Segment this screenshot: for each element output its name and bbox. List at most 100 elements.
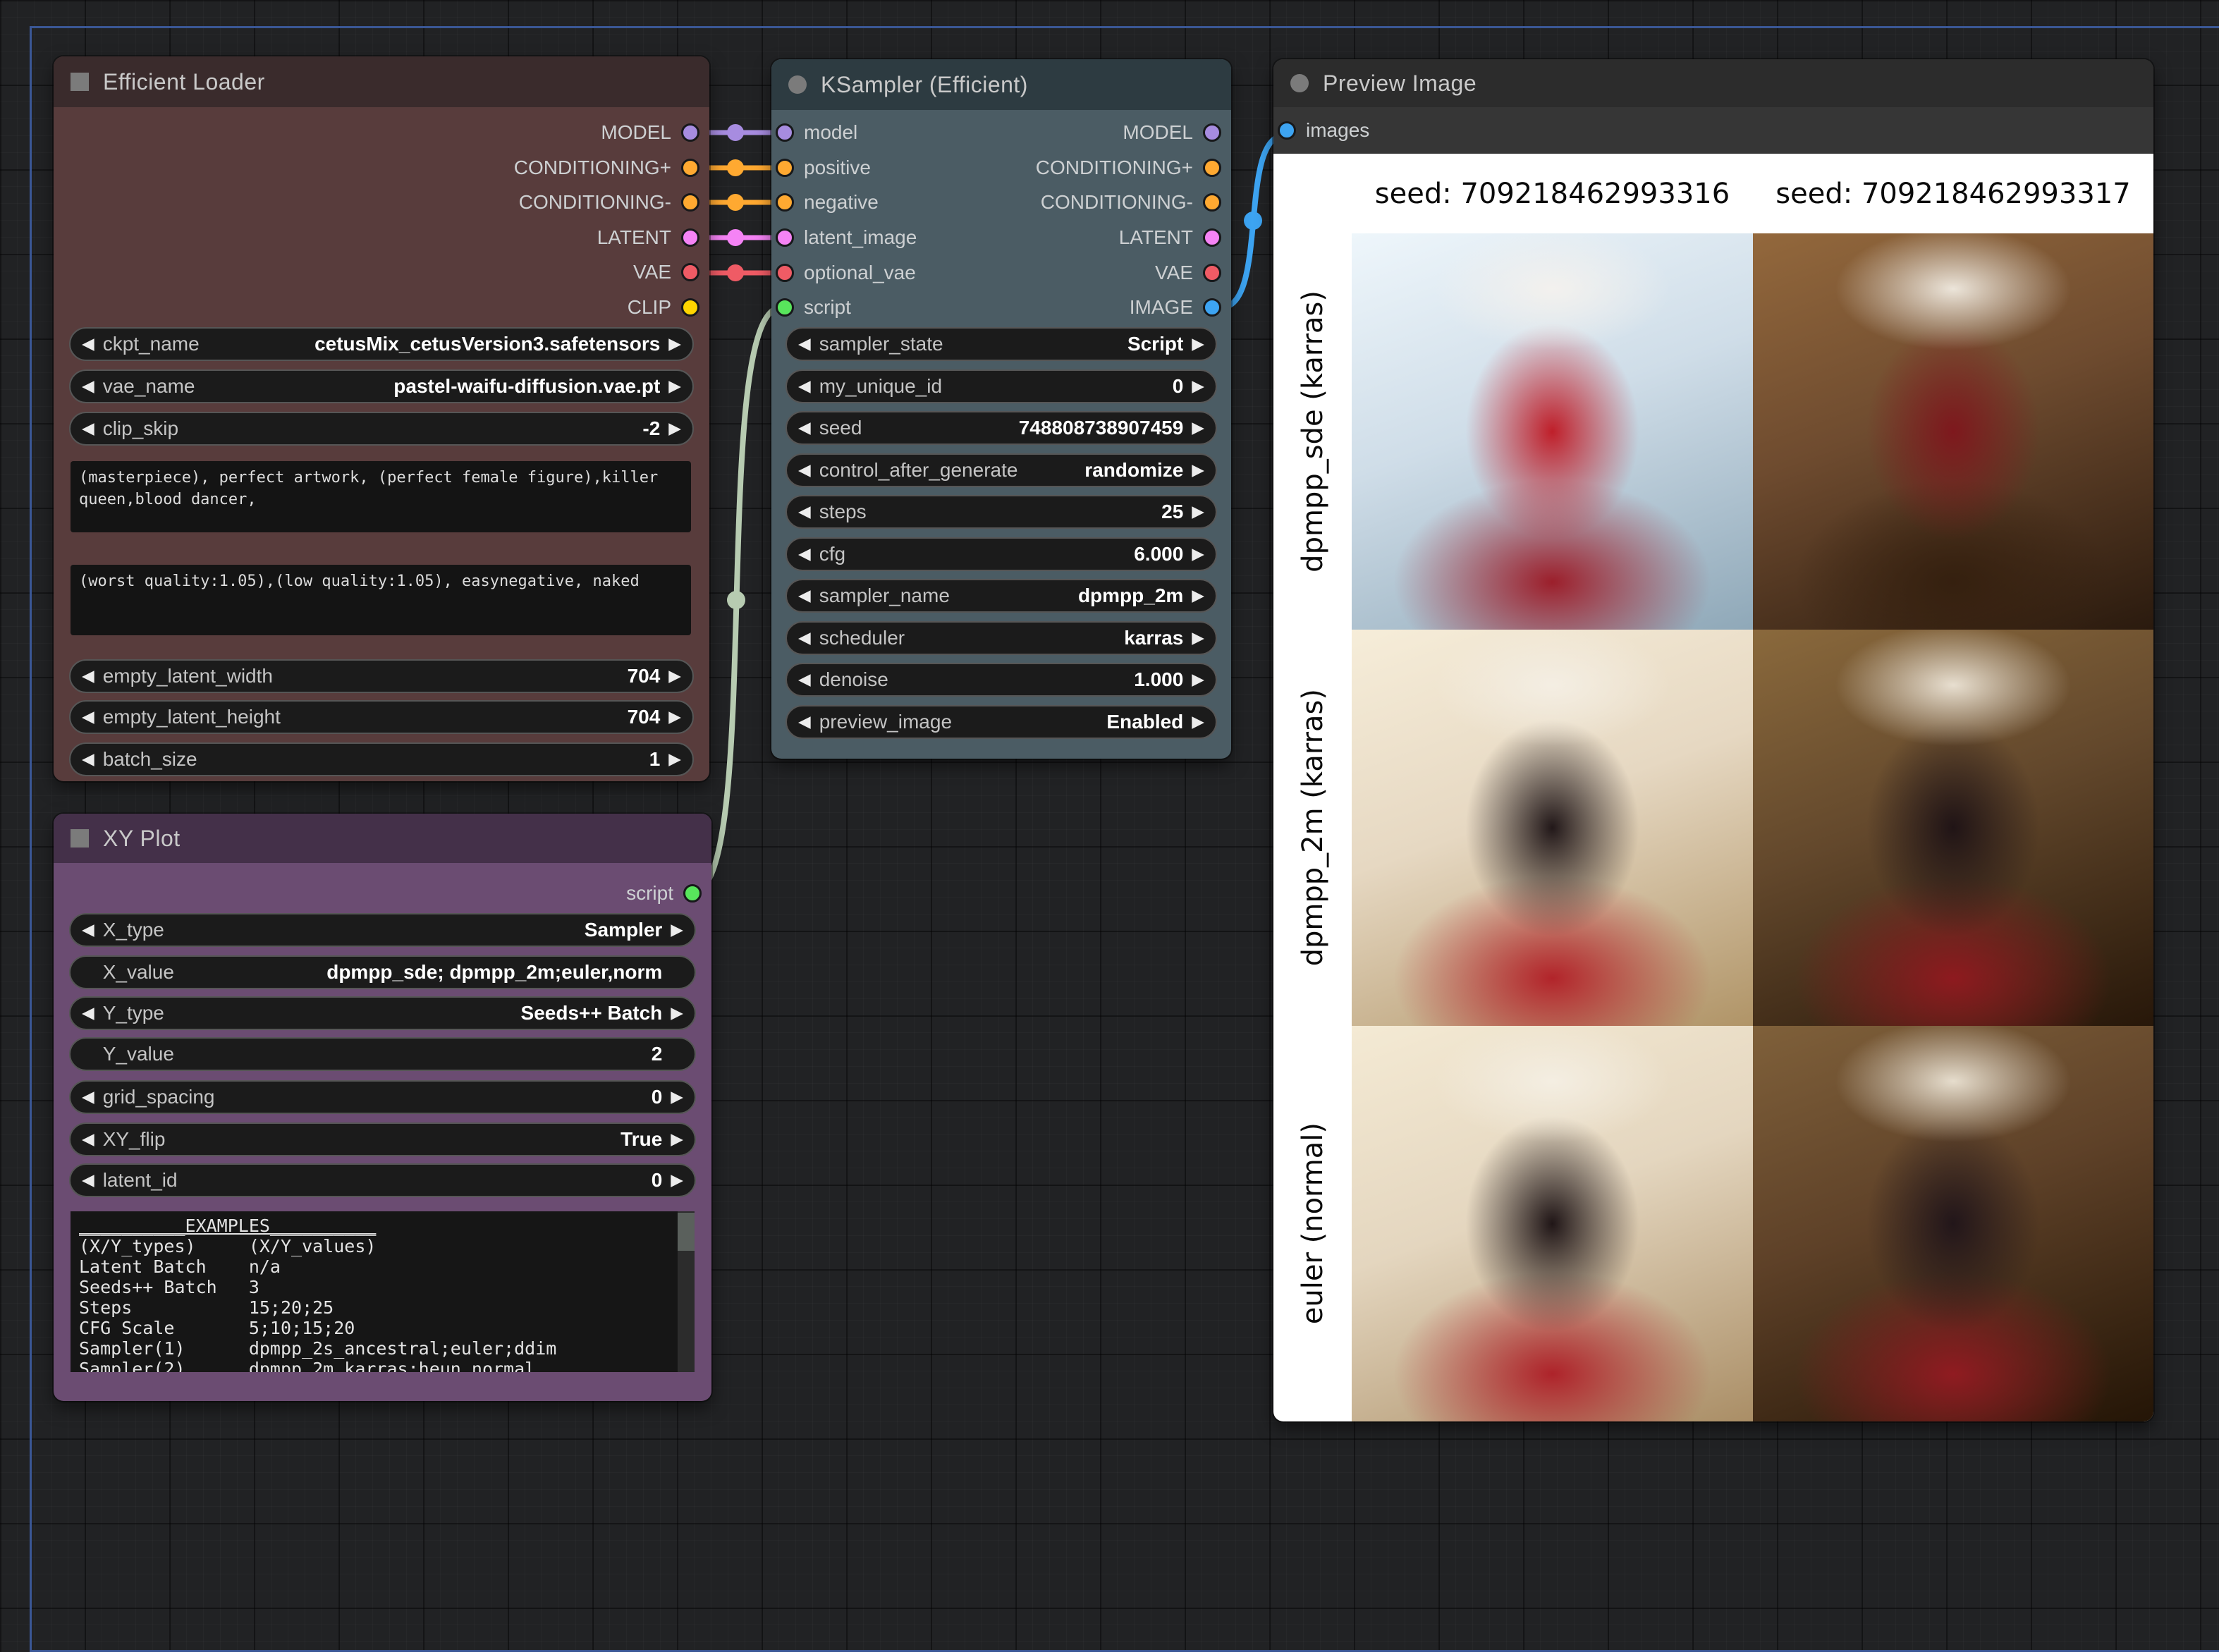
port-out-conditioning-plus[interactable]: CONDITIONING+: [514, 150, 699, 185]
increment-arrow-icon[interactable]: ▶: [668, 379, 681, 395]
decrement-arrow-icon[interactable]: ◀: [82, 336, 94, 353]
port-dot-conditioning-plus[interactable]: [1203, 159, 1221, 177]
decrement-arrow-icon[interactable]: ◀: [798, 420, 811, 436]
port-out-vae[interactable]: VAE: [1155, 255, 1221, 290]
port-dot-latent-image[interactable]: [776, 228, 794, 247]
widget-my-unique-id[interactable]: ◀ my_unique_id 0 ▶: [785, 369, 1217, 403]
increment-arrow-icon[interactable]: ▶: [671, 1089, 683, 1106]
widget-seed[interactable]: ◀ seed 748808738907459 ▶: [785, 411, 1217, 445]
increment-arrow-icon[interactable]: ▶: [1192, 463, 1204, 479]
widget-xy-flip[interactable]: ◀ XY_flip True ▶: [69, 1122, 696, 1156]
increment-arrow-icon[interactable]: ▶: [1192, 420, 1204, 436]
decrement-arrow-icon[interactable]: ◀: [82, 668, 94, 685]
increment-arrow-icon[interactable]: ▶: [668, 668, 681, 685]
port-dot-vae[interactable]: [1203, 264, 1221, 282]
widget-sampler-name[interactable]: ◀ sampler_name dpmpp_2m ▶: [785, 579, 1217, 613]
port-out-latent[interactable]: LATENT: [1119, 220, 1221, 255]
node-header[interactable]: Efficient Loader: [54, 56, 709, 107]
decrement-arrow-icon[interactable]: ◀: [82, 1173, 94, 1189]
node-efficient-loader[interactable]: Efficient Loader MODEL CONDITIONING+ CON…: [54, 56, 709, 781]
port-dot-conditioning-plus[interactable]: [681, 159, 699, 177]
increment-arrow-icon[interactable]: ▶: [671, 1132, 683, 1148]
node-header[interactable]: XY Plot: [54, 814, 711, 863]
node-xy-plot[interactable]: XY Plot script ◀ X_type Sampler ▶ ◀ X_va…: [54, 814, 711, 1401]
widget-grid-spacing[interactable]: ◀ grid_spacing 0 ▶: [69, 1080, 696, 1114]
port-dot-latent[interactable]: [681, 228, 699, 247]
increment-arrow-icon[interactable]: ▶: [668, 752, 681, 768]
port-dot-positive[interactable]: [776, 159, 794, 177]
port-dot-model[interactable]: [776, 123, 794, 142]
widget-steps[interactable]: ◀ steps 25 ▶: [785, 495, 1217, 529]
port-out-clip[interactable]: CLIP: [628, 290, 699, 325]
collapse-icon[interactable]: [71, 829, 89, 848]
increment-arrow-icon[interactable]: ▶: [668, 421, 681, 437]
port-dot-image[interactable]: [1203, 298, 1221, 317]
decrement-arrow-icon[interactable]: ◀: [82, 379, 94, 395]
port-dot-model[interactable]: [681, 123, 699, 142]
positive-prompt-textarea[interactable]: (masterpiece), perfect artwork, (perfect…: [71, 461, 691, 532]
node-ksampler-efficient[interactable]: KSampler (Efficient) model positive nega…: [771, 59, 1231, 759]
collapse-icon[interactable]: [71, 73, 89, 91]
comfyui-canvas[interactable]: { "canvas": { "background": "#212224", "…: [0, 0, 2219, 1480]
port-out-conditioning-minus[interactable]: CONDITIONING-: [519, 185, 699, 220]
increment-arrow-icon[interactable]: ▶: [668, 336, 681, 353]
decrement-arrow-icon[interactable]: ◀: [798, 379, 811, 395]
widget-denoise[interactable]: ◀ denoise 1.000 ▶: [785, 663, 1217, 697]
increment-arrow-icon[interactable]: ▶: [1192, 672, 1204, 688]
widget-x-value[interactable]: ◀ X_value dpmpp_sde; dpmpp_2m;euler,norm…: [69, 955, 696, 989]
widget-latent-id[interactable]: ◀ latent_id 0 ▶: [69, 1163, 696, 1197]
decrement-arrow-icon[interactable]: ◀: [82, 1132, 94, 1148]
port-dot-script[interactable]: [683, 884, 702, 903]
port-out-conditioning-plus[interactable]: CONDITIONING+: [1036, 150, 1221, 185]
decrement-arrow-icon[interactable]: ◀: [798, 714, 811, 730]
increment-arrow-icon[interactable]: ▶: [668, 709, 681, 726]
port-in-optional-vae[interactable]: optional_vae: [776, 255, 916, 290]
increment-arrow-icon[interactable]: ▶: [1192, 714, 1204, 730]
port-out-image[interactable]: IMAGE: [1130, 290, 1221, 325]
widget-x-type[interactable]: ◀ X_type Sampler ▶: [69, 913, 696, 947]
increment-arrow-icon[interactable]: ▶: [671, 922, 683, 938]
decrement-arrow-icon[interactable]: ◀: [798, 546, 811, 563]
port-dot-clip[interactable]: [681, 298, 699, 317]
port-dot-vae[interactable]: [681, 263, 699, 281]
increment-arrow-icon[interactable]: ▶: [1192, 379, 1204, 395]
port-dot-images[interactable]: [1278, 121, 1296, 140]
examples-help-textbox[interactable]: __________EXAMPLES__________ (X/Y_types)…: [71, 1211, 695, 1372]
node-header[interactable]: KSampler (Efficient): [771, 59, 1231, 110]
increment-arrow-icon[interactable]: ▶: [1192, 588, 1204, 604]
port-dot-optional-vae[interactable]: [776, 264, 794, 282]
node-preview-image[interactable]: Preview Image images seed: 7092184629933…: [1273, 59, 2153, 1421]
widget-control-after-generate[interactable]: ◀ control_after_generate randomize ▶: [785, 453, 1217, 487]
increment-arrow-icon[interactable]: ▶: [1192, 630, 1204, 647]
port-out-vae[interactable]: VAE: [633, 255, 699, 290]
node-header[interactable]: Preview Image: [1273, 59, 2153, 107]
port-dot-conditioning-minus[interactable]: [681, 193, 699, 212]
port-out-model[interactable]: MODEL: [601, 115, 699, 150]
port-out-latent[interactable]: LATENT: [597, 220, 699, 255]
decrement-arrow-icon[interactable]: ◀: [798, 463, 811, 479]
port-dot-latent[interactable]: [1203, 228, 1221, 247]
increment-arrow-icon[interactable]: ▶: [671, 1173, 683, 1189]
decrement-arrow-icon[interactable]: ◀: [82, 421, 94, 437]
widget-batch-size[interactable]: ◀ batch_size 1 ▶: [69, 742, 694, 776]
negative-prompt-textarea[interactable]: (worst quality:1.05),(low quality:1.05),…: [71, 565, 691, 635]
collapse-icon[interactable]: [788, 75, 807, 94]
widget-empty-latent-width[interactable]: ◀ empty_latent_width 704 ▶: [69, 659, 694, 693]
port-in-negative[interactable]: negative: [776, 185, 879, 220]
decrement-arrow-icon[interactable]: ◀: [82, 1089, 94, 1106]
scrollbar-thumb[interactable]: [678, 1213, 695, 1251]
widget-clip-skip[interactable]: ◀ clip_skip -2 ▶: [69, 412, 694, 446]
decrement-arrow-icon[interactable]: ◀: [798, 336, 811, 353]
collapse-icon[interactable]: [1290, 74, 1309, 92]
widget-ckpt-name[interactable]: ◀ ckpt_name cetusMix_cetusVersion3.safet…: [69, 327, 694, 361]
port-in-latent-image[interactable]: latent_image: [776, 220, 917, 255]
scrollbar-track[interactable]: [678, 1211, 695, 1372]
decrement-arrow-icon[interactable]: ◀: [82, 752, 94, 768]
port-dot-conditioning-minus[interactable]: [1203, 193, 1221, 212]
decrement-arrow-icon[interactable]: ◀: [798, 588, 811, 604]
decrement-arrow-icon[interactable]: ◀: [82, 1005, 94, 1022]
widget-preview-image[interactable]: ◀ preview_image Enabled ▶: [785, 705, 1217, 739]
widget-empty-latent-height[interactable]: ◀ empty_latent_height 704 ▶: [69, 700, 694, 734]
port-dot-negative[interactable]: [776, 193, 794, 212]
decrement-arrow-icon[interactable]: ◀: [798, 672, 811, 688]
